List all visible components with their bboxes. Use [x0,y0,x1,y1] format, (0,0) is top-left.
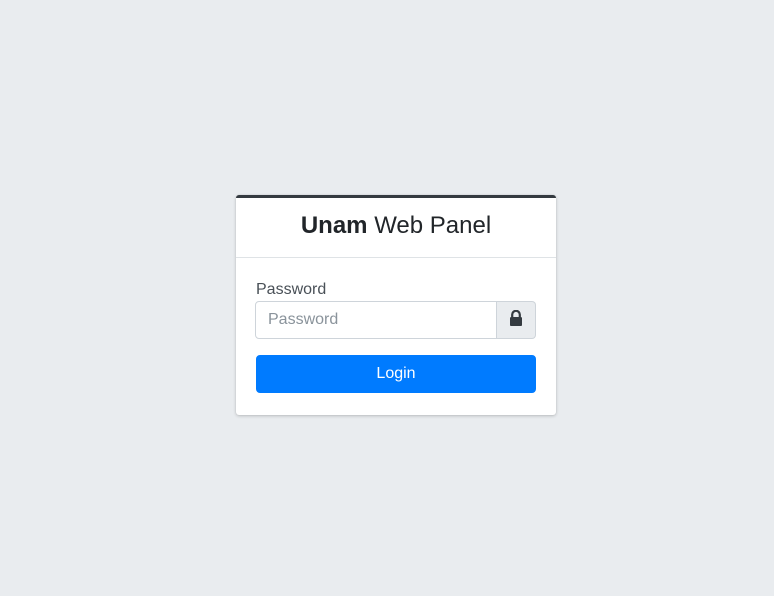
login-card: Unam Web Panel Password Login [236,195,556,415]
login-button[interactable]: Login [256,355,536,393]
card-header: Unam Web Panel [236,198,556,258]
password-label: Password [256,281,327,298]
brand-subtitle: Web Panel [374,212,492,239]
password-addon [497,301,536,339]
card-body: Password Login [236,258,556,413]
lock-icon [509,309,523,331]
password-input[interactable] [255,301,497,339]
password-input-group [255,301,536,339]
brand-name: Unam [300,212,368,239]
